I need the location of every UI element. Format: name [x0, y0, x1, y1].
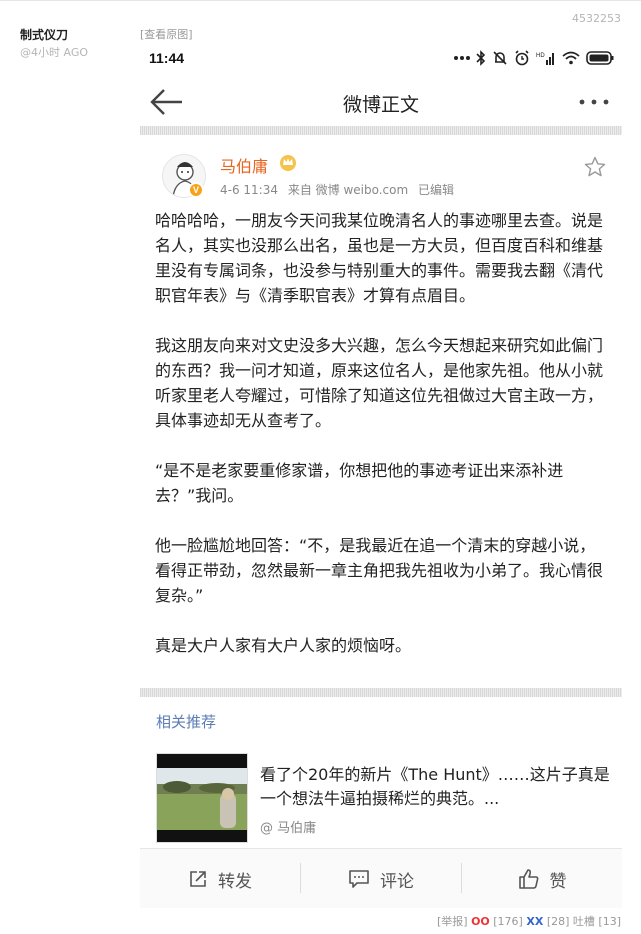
tucao-link[interactable]: 吐槽 [13] [573, 915, 621, 928]
post-date: 4-6 11:34 [220, 183, 278, 197]
thumbs-up-icon [518, 869, 538, 889]
verified-badge-icon: V [188, 182, 204, 198]
svg-text:HD: HD [536, 53, 545, 59]
recommended-post-card[interactable]: 看了个20年的新片《The Hunt》……这片子真是一个想法牛逼拍摄稀烂的典范。… [156, 753, 612, 843]
comment-label: 评论 [380, 871, 414, 892]
status-time: 11:44 [149, 50, 185, 66]
edited-label: 已编辑 [418, 183, 455, 197]
alarm-icon [515, 50, 529, 66]
page-title: 微博正文 [342, 94, 419, 116]
landscape-thumbnail-icon [157, 754, 247, 842]
screenshot-frame: 11:44 HD 微博正文 V 马伯庸 4-6 11:34 来自 微博 weib… [140, 40, 622, 908]
like-button[interactable]: 赞 [462, 849, 622, 908]
like-label: 赞 [549, 871, 567, 892]
username[interactable]: 马伯庸 [220, 153, 268, 177]
status-bar: 11:44 HD [140, 40, 622, 78]
post-author[interactable]: 制式仪刀 [20, 26, 68, 43]
post-time: @4小时 AGO [20, 46, 89, 59]
bluetooth-icon [476, 50, 486, 66]
xx-count: [28] [546, 915, 570, 928]
post-paragraph: 真是大户人家有大户人家的烦恼呀。 [155, 636, 412, 655]
related-recommend-label: 相关推荐 [156, 713, 217, 731]
report-link[interactable]: [举报] [437, 915, 468, 928]
crown-icon [280, 155, 296, 171]
mute-icon [493, 51, 507, 65]
repost-label: 转发 [218, 871, 252, 892]
post-paragraph: 他一脸尴尬地回答：“不，是我最近在追一个清末的穿越小说，看得正带劲，忽然最新一章… [155, 536, 604, 605]
post-content: 哈哈哈哈，一朋友今天问我某位晚清名人的事迹哪里去查。说是名人，其实也没那么出名，… [155, 208, 610, 683]
action-bar: 转发 评论 赞 [140, 848, 622, 908]
section-divider [140, 126, 622, 135]
post-footer: [举报] OO [176] XX [28] 吐槽 [13] [437, 913, 621, 929]
post-source: 来自 微博 weibo.com [287, 183, 409, 197]
recommended-thumbnail [156, 753, 248, 843]
post-id: 4532253 [572, 12, 621, 25]
dots-icon [454, 56, 470, 60]
repost-icon [190, 871, 206, 887]
status-icons: HD [454, 50, 614, 66]
comment-icon [349, 870, 369, 888]
recommended-title: 看了个20年的新片《The Hunt》……这片子真是一个想法牛逼拍摄稀烂的典范。… [260, 765, 610, 808]
comment-button[interactable]: 评论 [301, 849, 461, 908]
favorite-star-icon[interactable] [584, 156, 606, 178]
nav-bar: 微博正文 [140, 78, 622, 128]
signal-icon: HD [536, 53, 554, 65]
repost-button[interactable]: 转发 [140, 849, 300, 908]
more-options-icon[interactable] [578, 92, 610, 112]
post-paragraph: 哈哈哈哈，一朋友今天问我某位晚清名人的事迹哪里去查。说是名人，其实也没那么出名，… [155, 211, 604, 305]
xx-vote-button[interactable]: XX [526, 915, 543, 928]
oo-count: [176] [493, 915, 523, 928]
oo-vote-button[interactable]: OO [471, 915, 490, 928]
battery-icon [586, 51, 614, 65]
post-paragraph: 我这朋友向来对文史没多大兴趣，怎么今天想起来研究如此偏门的东西？我一问才知道，原… [155, 336, 604, 430]
post-meta: 4-6 11:34 来自 微博 weibo.com 已编辑 [220, 181, 460, 198]
wifi-icon [562, 51, 580, 65]
section-divider [140, 688, 622, 697]
recommended-author: @ 马伯庸 [260, 821, 317, 836]
top-divider [0, 0, 641, 1]
post-paragraph: “是不是老家要重修家谱，你想把他的事迹考证出来添补进去？”我问。 [155, 461, 564, 505]
